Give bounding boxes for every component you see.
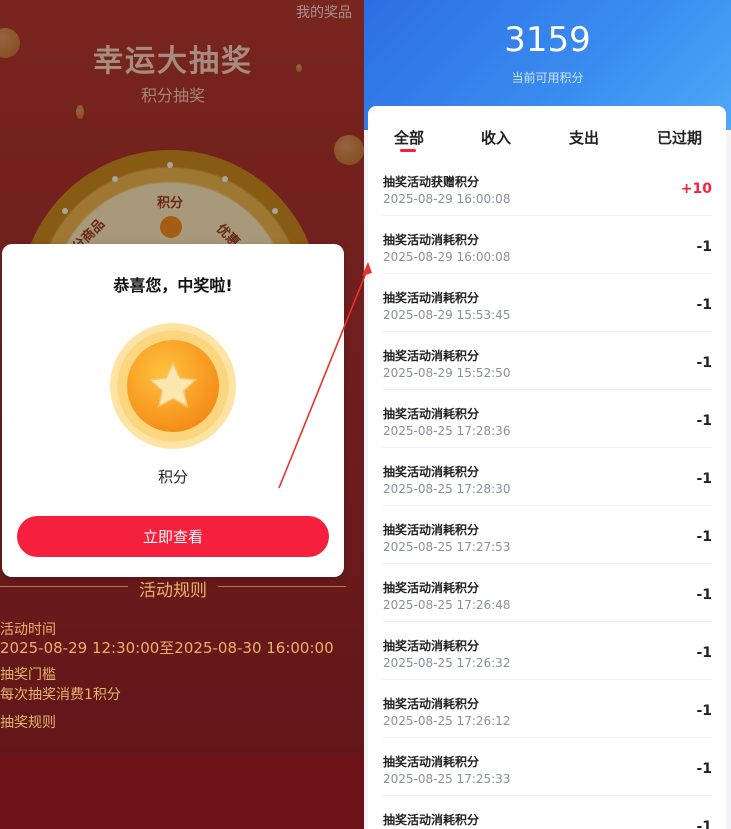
record-row[interactable]: 抽奖活动消耗积分 2025-08-25 17:25:33 -1	[383, 738, 712, 796]
record-row[interactable]: 抽奖活动消耗积分 2025-08-25 17:26:48 -1	[383, 564, 712, 622]
draw-rules-label: 抽奖规则	[0, 715, 56, 731]
points-detail-page: 3159 当前可用积分 全部 收入 支出 已过期 抽奖活动获赠积分 2025-08…	[364, 0, 731, 829]
record-value: -1	[696, 645, 712, 661]
available-points: 3159	[504, 20, 591, 60]
points-record-card: 全部 收入 支出 已过期 抽奖活动获赠积分 2025-08-29 16:00:08…	[368, 106, 726, 829]
star-icon	[127, 340, 219, 432]
record-row[interactable]: 抽奖活动消耗积分 2025-08-25 17:26:12 -1	[383, 680, 712, 738]
record-value: -1	[696, 239, 712, 255]
win-dialog: 恭喜您，中奖啦! 积分 立即查看	[2, 244, 344, 577]
record-value: -1	[696, 819, 712, 829]
record-row[interactable]: 抽奖活动消耗积分 2025-08-25 17:28:30 -1	[383, 448, 712, 506]
record-value: -1	[696, 587, 712, 603]
threshold-value: 每次抽奖消费1积分	[0, 687, 121, 703]
record-row[interactable]: 抽奖活动消耗积分 2025-08-25 17:26:32 -1	[383, 622, 712, 680]
divider	[218, 586, 346, 587]
record-row[interactable]: 抽奖活动消耗积分 2025-08-25 17:28:36 -1	[383, 390, 712, 448]
record-date: 2025-08-29 15:53:45	[383, 308, 511, 322]
record-title: 抽奖活动消耗积分	[383, 755, 480, 769]
record-date: 2025-08-29 16:00:08	[383, 192, 511, 206]
record-date: 2025-08-29 15:52:50	[383, 366, 511, 380]
available-points-label: 当前可用积分	[511, 71, 584, 85]
record-title: 抽奖活动消耗积分	[383, 523, 480, 537]
tab-income[interactable]: 收入	[481, 127, 511, 148]
record-row[interactable]: 抽奖活动消耗积分 2025-08-29 15:53:45 -1	[383, 274, 712, 332]
tab-all[interactable]: 全部	[394, 127, 424, 148]
record-title: 抽奖活动获赠积分	[383, 175, 480, 189]
record-date: 2025-08-25 17:26:48	[383, 598, 511, 612]
record-value: -1	[696, 529, 712, 545]
record-date: 2025-08-25 17:26:32	[383, 656, 511, 670]
record-row[interactable]: 抽奖活动消耗积分 2025-08-29 16:00:08 -1	[383, 216, 712, 274]
record-title: 抽奖活动消耗积分	[383, 813, 480, 827]
active-tab-indicator	[400, 149, 416, 152]
record-title: 抽奖活动消耗积分	[383, 465, 480, 479]
record-value: -1	[696, 703, 712, 719]
lottery-page: 我的奖品 幸运大抽奖 积分抽奖 分商品 积分 优惠 活动规则 活动时间 2025…	[0, 0, 364, 829]
record-date: 2025-08-25 17:28:36	[383, 424, 511, 438]
rules-heading: 活动规则	[139, 581, 207, 601]
record-value: -1	[696, 297, 712, 313]
tab-expired[interactable]: 已过期	[657, 127, 702, 148]
record-date: 2025-08-25 17:27:53	[383, 540, 511, 554]
footer-band	[0, 757, 364, 829]
record-date: 2025-08-25 17:26:12	[383, 714, 511, 728]
record-date: 2025-08-25 17:25:33	[383, 772, 511, 786]
record-title: 抽奖活动消耗积分	[383, 349, 480, 363]
prize-name: 积分	[157, 468, 188, 486]
record-value: +10	[680, 181, 712, 197]
record-date: 2025-08-29 16:00:08	[383, 250, 511, 264]
record-title: 抽奖活动消耗积分	[383, 697, 480, 711]
points-coin-icon	[110, 323, 236, 449]
view-now-button[interactable]: 立即查看	[17, 516, 329, 557]
activity-time-value: 2025-08-29 12:30:00至2025-08-30 16:00:00	[0, 639, 334, 657]
record-date: 2025-08-25 17:28:30	[383, 482, 511, 496]
record-row[interactable]: 抽奖活动消耗积分 2025-08-25 17:27:53 -1	[383, 506, 712, 564]
record-value: -1	[696, 413, 712, 429]
record-title: 抽奖活动消耗积分	[383, 581, 480, 595]
record-tabs: 全部 收入 支出 已过期	[368, 106, 726, 158]
record-value: -1	[696, 761, 712, 777]
record-row[interactable]: 抽奖活动消耗积分2025-08-25 17:23:53-1	[383, 796, 712, 829]
record-value: -1	[696, 471, 712, 487]
record-title: 抽奖活动消耗积分	[383, 639, 480, 653]
activity-time-label: 活动时间	[0, 622, 56, 638]
threshold-label: 抽奖门槛	[0, 667, 56, 683]
record-title: 抽奖活动消耗积分	[383, 407, 480, 421]
record-row[interactable]: 抽奖活动消耗积分 2025-08-29 15:52:50 -1	[383, 332, 712, 390]
record-row[interactable]: 抽奖活动获赠积分 2025-08-29 16:00:08 +10	[383, 158, 712, 216]
record-title: 抽奖活动消耗积分	[383, 291, 480, 305]
record-title: 抽奖活动消耗积分	[383, 233, 480, 247]
record-list: 抽奖活动获赠积分 2025-08-29 16:00:08 +10 抽奖活动消耗积分 20…	[368, 158, 726, 829]
tab-expense[interactable]: 支出	[569, 127, 599, 148]
win-dialog-title: 恭喜您，中奖啦!	[113, 276, 233, 295]
record-value: -1	[696, 355, 712, 371]
